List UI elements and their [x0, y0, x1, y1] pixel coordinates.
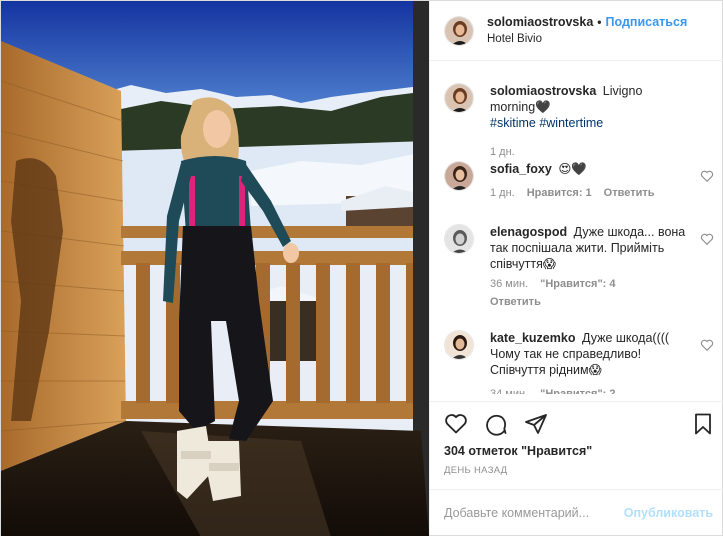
comment-time[interactable]: 34 мин.: [490, 386, 528, 394]
comment-username[interactable]: elenagospod: [490, 225, 567, 239]
follow-button[interactable]: Подписаться: [606, 15, 688, 30]
comment-text: 😍🖤: [558, 162, 587, 176]
avatar-image: [445, 16, 473, 45]
avatar-image: [445, 331, 473, 359]
comment-likes[interactable]: Нравится: 1: [527, 185, 592, 201]
caption-comment: solomiaostrovska Livigno morning🖤 #skiti…: [444, 83, 714, 160]
comment-meta: 1 дн. Нравится: 1 Ответить: [490, 185, 690, 201]
avatar-image: [445, 225, 473, 253]
likes-count[interactable]: 304 отметок "Нравится": [444, 444, 592, 458]
comment-likes[interactable]: "Нравится": 4: [540, 276, 615, 292]
caption-time[interactable]: 1 дн.: [490, 144, 515, 160]
post-header: solomiaostrovska • Подписаться Hotel Biv…: [430, 1, 723, 61]
like-comment-heart-icon[interactable]: [700, 232, 714, 246]
comment-meta: 34 мин. "Нравится": 2: [490, 386, 690, 394]
publish-button[interactable]: Опубликовать: [624, 506, 713, 520]
comment-body: sofia_foxy 😍🖤 1 дн. Нравится: 1 Ответить: [490, 161, 690, 201]
location-link[interactable]: Hotel Bivio: [487, 32, 687, 47]
post-actions: 304 отметок "Нравится" ДЕНЬ НАЗАД: [430, 401, 723, 501]
like-comment-heart-icon[interactable]: [700, 169, 714, 183]
post-photo[interactable]: [1, 1, 429, 536]
post-date[interactable]: ДЕНЬ НАЗАД: [444, 465, 507, 476]
comment-body: kate_kuzemko Дуже шкода(((( Чому так не …: [490, 330, 690, 394]
comment-item: kate_kuzemko Дуже шкода(((( Чому так не …: [444, 330, 714, 394]
comment-time[interactable]: 1 дн.: [490, 185, 515, 201]
comment-body: elenagospod Дуже шкода... вона так поспі…: [490, 224, 690, 310]
photo-illustration: [1, 1, 429, 536]
caption-username[interactable]: solomiaostrovska: [490, 84, 596, 98]
instagram-post: solomiaostrovska • Подписаться Hotel Biv…: [0, 0, 723, 536]
reply-button[interactable]: Ответить: [604, 185, 655, 201]
header-separator: •: [597, 14, 602, 29]
comment-meta: 36 мин. "Нравится": 4 Ответить: [490, 276, 690, 310]
header-text: solomiaostrovska • Подписаться Hotel Biv…: [487, 15, 687, 47]
avatar-image: [445, 84, 473, 112]
action-icons: [444, 412, 548, 436]
header-line: solomiaostrovska • Подписаться: [487, 15, 687, 30]
comment-likes[interactable]: "Нравится": 2: [540, 386, 615, 394]
comment-username[interactable]: sofia_foxy: [490, 162, 552, 176]
caption-meta: 1 дн.: [490, 144, 690, 160]
user-avatar[interactable]: [444, 15, 474, 46]
comment-item: sofia_foxy 😍🖤 1 дн. Нравится: 1 Ответить: [444, 161, 714, 201]
share-icon[interactable]: [524, 412, 548, 436]
commenter-avatar[interactable]: [444, 161, 474, 191]
caption-hashtags[interactable]: #skitime #wintertime: [490, 116, 603, 130]
comment-item: elenagospod Дуже шкода... вона так поспі…: [444, 224, 714, 310]
commenter-avatar[interactable]: [444, 224, 474, 254]
caption-body: solomiaostrovska Livigno morning🖤 #skiti…: [490, 83, 690, 160]
add-comment-section: Опубликовать: [430, 489, 723, 535]
bookmark-icon[interactable]: [691, 412, 715, 436]
commenter-avatar[interactable]: [444, 330, 474, 360]
header-username[interactable]: solomiaostrovska: [487, 15, 593, 30]
avatar-image: [445, 162, 473, 190]
reply-button[interactable]: Ответить: [490, 296, 541, 308]
post-side-panel: solomiaostrovska • Подписаться Hotel Biv…: [429, 1, 723, 535]
comments-list[interactable]: solomiaostrovska Livigno morning🖤 #skiti…: [430, 62, 723, 394]
caption-avatar[interactable]: [444, 83, 474, 113]
like-comment-heart-icon[interactable]: [700, 338, 714, 352]
heart-icon[interactable]: [444, 412, 468, 436]
comment-input[interactable]: [444, 505, 624, 520]
comment-time[interactable]: 36 мин.: [490, 276, 528, 292]
comment-icon[interactable]: [484, 412, 508, 436]
comment-username[interactable]: kate_kuzemko: [490, 331, 575, 345]
